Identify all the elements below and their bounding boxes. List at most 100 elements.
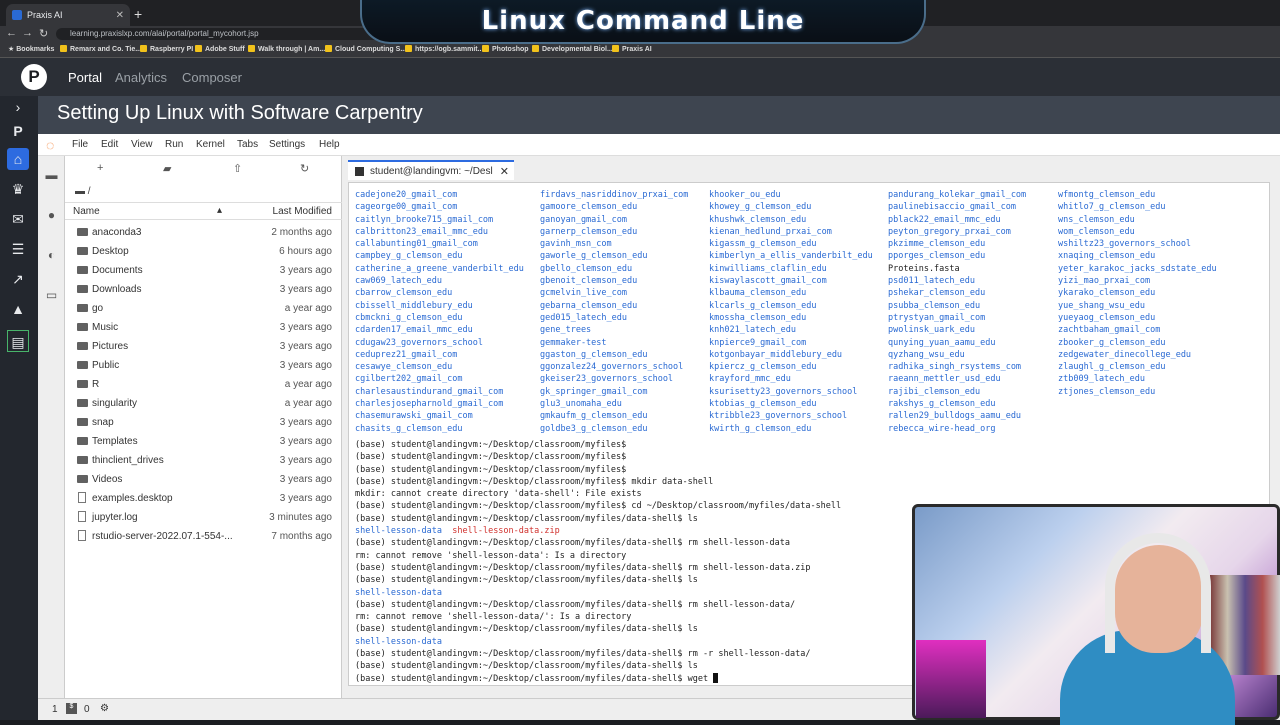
terminal-status-icon[interactable]: $ [66, 703, 77, 714]
graduation-cap-icon[interactable]: ▲ [7, 298, 29, 320]
file-row[interactable]: Music 3 years ago [65, 318, 342, 337]
nav-portal[interactable]: Portal [68, 70, 102, 85]
menu-edit[interactable]: Edit [101, 139, 118, 150]
running-icon[interactable]: ● [44, 208, 59, 223]
file-row[interactable]: jupyter.log 3 minutes ago [65, 508, 342, 527]
browser-tab[interactable]: Praxis AI ✕ [6, 4, 130, 26]
praxis-p-icon[interactable]: P [7, 120, 29, 142]
bookmark-item[interactable]: Cloud Computing S... [325, 45, 406, 53]
menu-tabs[interactable]: Tabs [237, 139, 258, 150]
bookmark-item[interactable]: https://ogb.sammit... [405, 45, 483, 53]
menu-settings[interactable]: Settings [269, 139, 305, 150]
new-launcher-icon[interactable]: + [97, 162, 103, 174]
list-icon[interactable]: ☰ [7, 238, 29, 260]
nav-composer[interactable]: Composer [182, 70, 242, 85]
file-row[interactable]: Ra year ago [65, 375, 342, 394]
sort-caret-icon[interactable]: ▴ [217, 205, 222, 216]
bookmark-item[interactable]: Developmental Biol... [532, 45, 613, 53]
file-modified: a year ago [284, 398, 332, 409]
ls-entry: yeter_karakoc_jacks_sdstate_edu [1058, 263, 1217, 274]
close-terminal-tab-icon[interactable]: ✕ [500, 165, 509, 178]
close-tab-icon[interactable]: ✕ [116, 10, 124, 21]
ls-entry: kienan_hedlund_prxai_com [709, 226, 832, 237]
menu-file[interactable]: File [72, 139, 88, 150]
file-row[interactable]: Public 3 years ago [65, 356, 342, 375]
ls-entry: ksurisetty23_governors_school [709, 386, 858, 397]
folder-icon [77, 228, 88, 236]
file-row[interactable]: Pictures 3 years ago [65, 337, 342, 356]
back-icon[interactable]: ← [6, 27, 17, 39]
file-row[interactable]: Templates 3 years ago [65, 432, 342, 451]
name-column-header[interactable]: Name [73, 206, 100, 217]
ls-entry: gbello_clemson_edu [540, 263, 633, 274]
chart-icon[interactable]: ↗ [7, 268, 29, 290]
mail-icon[interactable]: ✉ [7, 208, 29, 230]
ls-entry: ztb009_latech_edu [1058, 374, 1145, 385]
prompt-text: (base) student@landingvm:~/Desktop/class… [355, 673, 714, 684]
file-row[interactable]: snap 3 years ago [65, 413, 342, 432]
reload-icon[interactable]: ↻ [39, 27, 48, 40]
trophy-icon[interactable]: ♛ [7, 178, 29, 200]
file-icon [78, 492, 86, 503]
bookmark-item[interactable]: Raspberry PI [140, 45, 193, 53]
ls-entry: cbmckni_g_clemson_edu [355, 312, 463, 323]
file-row[interactable]: Desktop 6 hours ago [65, 242, 342, 261]
menu-help[interactable]: Help [319, 139, 340, 150]
ls-entry: cageorge00_gmail_com [355, 202, 458, 213]
bookmark-item[interactable]: Photoshop [482, 45, 529, 53]
institution-icon[interactable]: ⌂ [7, 148, 29, 170]
refresh-icon[interactable]: ↻ [300, 162, 309, 175]
modified-column-header[interactable]: Last Modified [273, 206, 332, 217]
folder-icon [77, 304, 88, 312]
file-row[interactable]: Videos 3 years ago [65, 470, 342, 489]
forward-icon[interactable]: → [22, 27, 33, 39]
breadcrumb[interactable]: ▬ / [75, 186, 91, 197]
terminal-line: (base) student@landingvm:~/Desktop/class… [355, 440, 627, 450]
file-row[interactable]: Documents 3 years ago [65, 261, 342, 280]
new-tab-icon[interactable]: + [134, 6, 142, 22]
ls-column: pandurang_kolekar_gmail_com paulinebisacc… [888, 189, 1026, 435]
file-row[interactable]: examples.desktop 3 years ago [65, 489, 342, 508]
ls-entry: rebecca_wire-head_org [888, 423, 996, 434]
menu-kernel[interactable]: Kernel [196, 139, 225, 150]
bookmark-item[interactable]: ★ Bookmarks [8, 45, 54, 53]
file-row[interactable]: thinclient_drives 3 years ago [65, 451, 342, 470]
file-row[interactable]: go a year ago [65, 299, 342, 318]
ls-entry: radhika_singh_rsystems_com [888, 362, 1022, 373]
file-row[interactable]: rstudio-server-2022.07.1-554-... 7 months… [65, 527, 342, 546]
file-row[interactable]: Downloads 3 years ago [65, 280, 342, 299]
file-name: Downloads [92, 284, 142, 295]
bookmark-item[interactable]: Remarx and Co. Tie... [60, 45, 141, 53]
id-card-icon[interactable]: ▤ [7, 330, 29, 352]
ls-entry: gmkaufm_g_clemson_edu [540, 411, 648, 422]
praxis-logo[interactable]: P [21, 64, 47, 90]
folder-icon [77, 247, 88, 255]
nav-analytics[interactable]: Analytics [115, 70, 167, 85]
ls-entry: catherine_a_greene_vanderbilt_edu [355, 263, 524, 274]
terminal-line: (base) student@landingvm:~/Desktop/class… [355, 599, 796, 610]
expand-chevron-icon[interactable]: › [7, 96, 29, 118]
menu-run[interactable]: Run [165, 139, 183, 150]
bookmark-item[interactable]: Adobe Stuff [195, 45, 245, 53]
file-modified: 3 years ago [279, 493, 332, 504]
settings-gear-icon[interactable]: ⚙ [100, 703, 109, 714]
file-row[interactable]: singularity a year ago [65, 394, 342, 413]
terminal-tab[interactable]: student@landingvm: ~/Desl ✕ [348, 160, 514, 180]
new-folder-icon[interactable]: ▰ [163, 162, 171, 175]
file-name: Templates [92, 436, 138, 447]
file-row[interactable]: anaconda3 2 months ago [65, 223, 342, 242]
bookmark-item[interactable]: Praxis AI [612, 45, 652, 53]
ls-entry: cadejone20_gmail_com [355, 190, 458, 200]
ls-entry: ztjones_clemson_edu [1058, 386, 1156, 397]
upload-icon[interactable]: ⇧ [233, 162, 242, 175]
palette-icon[interactable]: ◐ [44, 248, 59, 263]
ls-entry: peyton_gregory_prxai_com [888, 226, 1011, 237]
bookmark-item[interactable]: Walk through | Am... [248, 45, 325, 53]
terminal-line: (base) student@landingvm:~/Desktop/class… [355, 476, 714, 487]
terminal-line: (base) student@landingvm:~/Desktop/class… [355, 649, 811, 660]
ls-entry: khowey_g_clemson_edu [709, 202, 812, 213]
folder-icon[interactable]: ▬ [44, 168, 59, 183]
ls-entry: ykarako_clemson_edu [1058, 288, 1156, 299]
tabs-icon[interactable]: ▭ [44, 288, 59, 303]
menu-view[interactable]: View [131, 139, 153, 150]
